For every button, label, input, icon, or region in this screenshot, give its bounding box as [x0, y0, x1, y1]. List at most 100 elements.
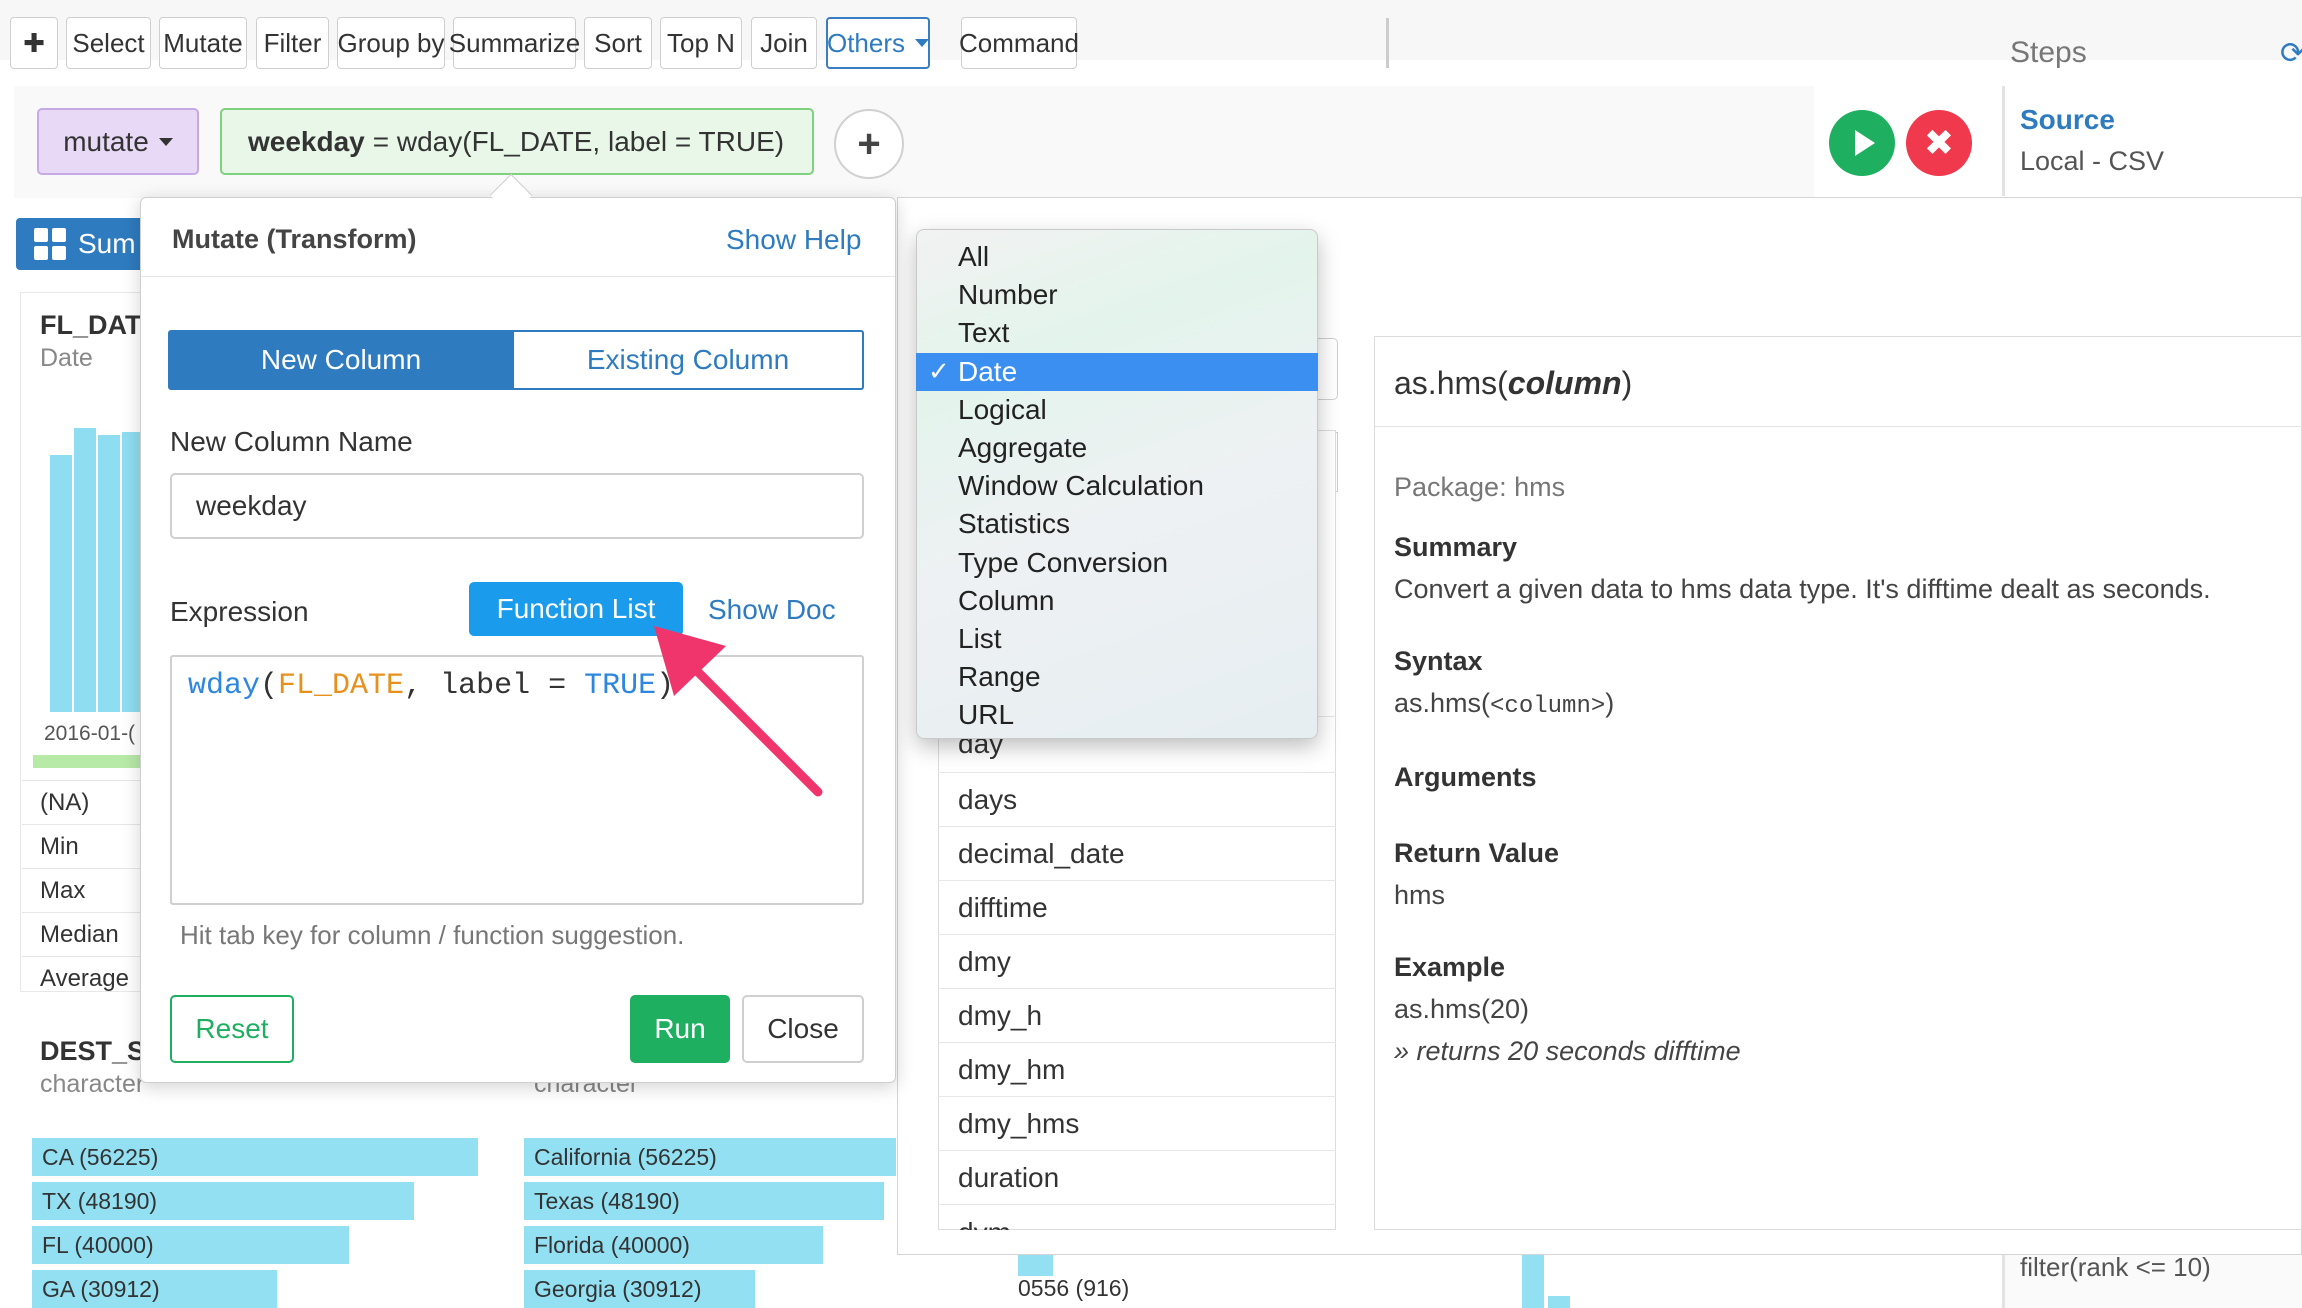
category-menu-item[interactable]: All: [916, 238, 1318, 276]
group-by-button[interactable]: Group by: [337, 17, 445, 69]
category-bar: Florida (40000): [524, 1226, 823, 1264]
doc-summary: Convert a given data to hms data type. I…: [1394, 574, 2211, 604]
expression-chip[interactable]: weekday = wday(FL_DATE, label = TRUE): [220, 108, 814, 175]
summary-tab-label: Sum: [78, 228, 136, 259]
chevron-down-icon: [915, 39, 930, 47]
play-icon: [1855, 130, 1875, 156]
select-button[interactable]: Select: [66, 17, 151, 69]
category-menu-item[interactable]: URL: [916, 696, 1318, 734]
others-dropdown[interactable]: Others: [826, 17, 930, 69]
function-item[interactable]: dmy: [938, 934, 1336, 988]
steps-title: Steps: [2010, 36, 2087, 69]
add-step-button[interactable]: ✚: [10, 17, 58, 69]
run-command-button[interactable]: [1829, 110, 1895, 176]
new-column-name-input[interactable]: [170, 473, 864, 539]
function-item[interactable]: duration: [938, 1150, 1336, 1204]
stat-row-na: (NA): [22, 780, 152, 824]
category-bar: CA (56225): [32, 1138, 478, 1176]
category-menu-item-label: Window Calculation: [958, 470, 1204, 502]
step-filter[interactable]: filter(rank <= 10): [2020, 1252, 2211, 1283]
function-item[interactable]: dmy_hm: [938, 1042, 1336, 1096]
category-menu-item-label: List: [958, 623, 1002, 654]
doc-example-code: as.hms(20): [1394, 994, 1530, 1024]
column-title: FL_DAT: [40, 310, 142, 340]
histogram-bar: [1522, 1254, 1544, 1308]
category-menu-item-label: Range: [958, 661, 1041, 693]
doc-syntax: as.hms(<column>): [1394, 688, 1615, 720]
category-menu-item[interactable]: Range: [916, 658, 1318, 696]
command-button[interactable]: Command: [959, 17, 1079, 69]
plus-icon: +: [857, 121, 881, 166]
refresh-icon[interactable]: ⟳: [2280, 36, 2302, 71]
summarize-button[interactable]: Summarize: [449, 17, 580, 69]
show-help-link[interactable]: Show Help: [726, 224, 861, 256]
doc-title: as.hms(column): [1394, 365, 1633, 401]
code-argument: label: [440, 669, 531, 703]
mutate-button[interactable]: Mutate: [159, 17, 247, 69]
doc-return-heading: Return Value: [1394, 838, 1560, 868]
category-menu-item-label: Type Conversion: [958, 546, 1169, 578]
expression-hint: Hit tab key for column / function sugges…: [180, 920, 685, 950]
category-label: 0556 (916): [1018, 1275, 1130, 1301]
category-menu-item-label: Date: [958, 355, 1018, 387]
category-menu-item-label: Text: [958, 317, 1010, 349]
reset-button[interactable]: Reset: [170, 995, 294, 1063]
code-function: wday: [188, 669, 261, 703]
category-menu-item[interactable]: Text: [916, 314, 1318, 352]
cancel-command-button[interactable]: ✖: [1906, 110, 1972, 176]
stat-row-median: Median: [22, 912, 152, 956]
chip-expression: = wday(FL_DATE, label = TRUE): [372, 125, 785, 157]
category-menu-item[interactable]: Logical: [916, 391, 1318, 429]
function-item[interactable]: dym: [938, 1204, 1336, 1230]
function-item[interactable]: decimal_date: [938, 826, 1336, 880]
category-menu-item[interactable]: ✓ Date: [916, 352, 1318, 391]
category-menu-item[interactable]: Type Conversion: [916, 544, 1318, 582]
filter-button[interactable]: Filter: [256, 17, 329, 69]
doc-syntax-heading: Syntax: [1394, 646, 1483, 676]
category-menu-item[interactable]: Number: [916, 276, 1318, 314]
function-item[interactable]: difftime: [938, 880, 1336, 934]
histogram-bar: [50, 454, 72, 712]
function-item[interactable]: days: [938, 772, 1336, 826]
annotation-arrow-icon: [654, 626, 823, 797]
close-button[interactable]: Close: [742, 995, 864, 1063]
checkmark-icon: ✓: [928, 355, 950, 386]
verb-dropdown[interactable]: mutate: [37, 108, 199, 175]
category-bar: Texas (48190): [524, 1182, 884, 1220]
histogram-bar: [1548, 1296, 1570, 1308]
add-expression-button[interactable]: +: [834, 109, 904, 179]
new-column-name-label: New Column Name: [170, 426, 413, 457]
run-button[interactable]: Run: [630, 995, 730, 1063]
category-menu-item-label: Aggregate: [958, 432, 1088, 463]
category-menu-item[interactable]: Statistics: [916, 505, 1318, 543]
doc-return-value: hms: [1394, 880, 1446, 910]
category-menu-item-label: Number: [958, 279, 1058, 311]
category-menu-item-label: Statistics: [958, 508, 1071, 540]
toolbar-divider: [1386, 18, 1389, 68]
doc-example-note: » returns 20 seconds difftime: [1394, 1036, 1741, 1066]
new-column-toggle[interactable]: New Column: [168, 330, 514, 390]
sort-button[interactable]: Sort: [584, 17, 652, 69]
category-menu-item[interactable]: Aggregate: [916, 429, 1318, 467]
histogram-axis-label: 2016-01-(: [44, 722, 136, 745]
plus-icon: ✚: [23, 27, 45, 58]
join-button[interactable]: Join: [751, 17, 817, 69]
column-type-dest: character: [40, 1070, 145, 1098]
grid-icon: [34, 228, 66, 260]
expression-label: Expression: [170, 596, 309, 627]
stat-row-min: Min: [22, 824, 152, 868]
category-bar: FL (40000): [32, 1226, 350, 1264]
function-item[interactable]: dmy_h: [938, 988, 1336, 1042]
category-menu-item[interactable]: Column: [916, 582, 1318, 620]
step-source-title[interactable]: Source: [2020, 104, 2115, 136]
column-type: Date: [40, 344, 93, 372]
category-menu-item[interactable]: Window Calculation: [916, 467, 1318, 505]
category-bar: TX (48190): [32, 1182, 415, 1220]
function-item[interactable]: dmy_hms: [938, 1096, 1336, 1150]
category-menu-item[interactable]: List: [916, 620, 1318, 658]
top-n-button[interactable]: Top N: [660, 17, 742, 69]
existing-column-toggle[interactable]: Existing Column: [514, 330, 864, 390]
category-menu-item-label: URL: [958, 699, 1015, 731]
chip-column-name: weekday: [248, 125, 365, 157]
category-bar: California (56225): [524, 1138, 896, 1176]
